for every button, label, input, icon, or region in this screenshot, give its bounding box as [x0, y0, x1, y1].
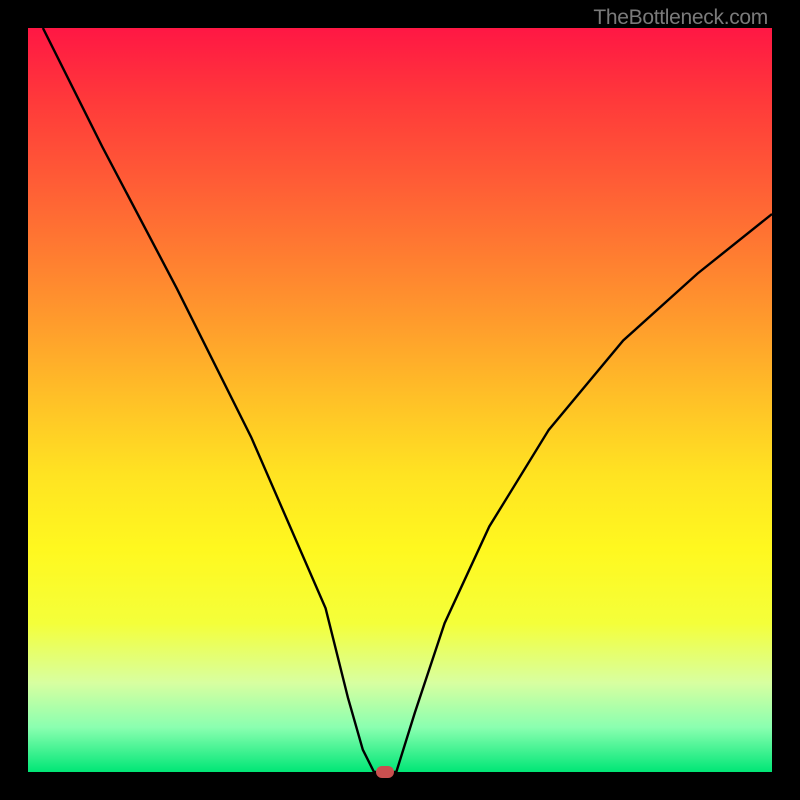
chart-svg	[28, 28, 772, 772]
watermark-text: TheBottleneck.com	[593, 6, 768, 30]
optimal-point-marker	[376, 766, 394, 778]
plot-area	[28, 28, 772, 772]
bottleneck-curve	[43, 28, 772, 772]
